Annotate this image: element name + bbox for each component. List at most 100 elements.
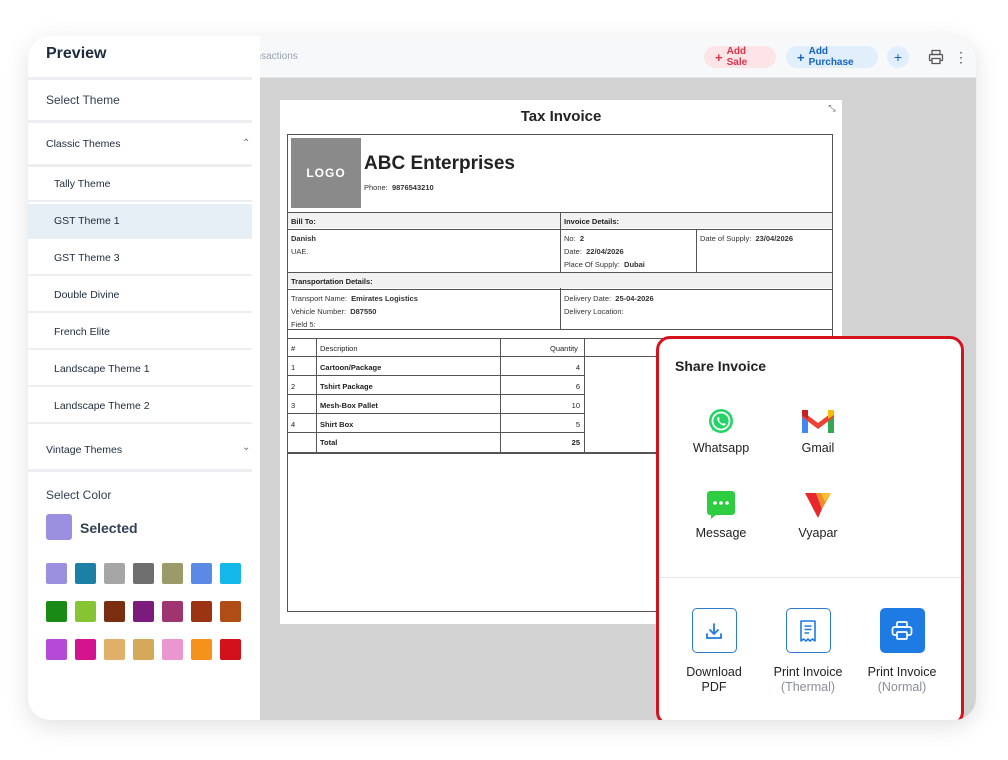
color-swatch[interactable] [220, 639, 241, 660]
chevron-down-icon[interactable]: ⌄ [242, 442, 250, 453]
gmail-label: Gmail [801, 441, 835, 455]
color-swatch[interactable] [191, 639, 212, 660]
add-sale-label: Add Sale [726, 46, 748, 68]
delivery-date-label: Delivery Date: [564, 294, 612, 303]
download-sub: PDF [701, 680, 727, 694]
color-swatch[interactable] [220, 563, 241, 584]
message-icon [707, 491, 735, 519]
no-label: No: [564, 234, 576, 243]
print-thermal-button[interactable]: Print Invoice (Thermal) [763, 608, 853, 695]
col-number: # [291, 344, 296, 353]
add-purchase-button[interactable]: + Add Purchase [786, 46, 878, 68]
color-swatch[interactable] [104, 601, 125, 622]
message-label: Message [695, 526, 747, 540]
transport-name: Transport Name: Emirates Logistics [291, 294, 418, 303]
company-logo: LOGO [291, 138, 361, 208]
color-swatch[interactable] [46, 563, 67, 584]
divider [288, 329, 832, 330]
date-of-supply: Date of Supply: 23/04/2026 [700, 234, 793, 243]
company-name: ABC Enterprises [364, 153, 515, 174]
printer-icon[interactable] [928, 49, 944, 65]
more-vertical-icon[interactable]: ⋮ [954, 49, 968, 65]
theme-item-landscape-1[interactable]: Landscape Theme 1 [28, 352, 252, 387]
row-description: Mesh-Box Pallet [320, 401, 378, 410]
print-normal-button[interactable]: Print Invoice (Normal) [857, 608, 947, 695]
theme-item-tally[interactable]: Tally Theme [28, 167, 252, 202]
color-swatch[interactable] [133, 563, 154, 584]
place-value: Dubai [624, 260, 645, 269]
print-thermal-sub: (Thermal) [780, 680, 836, 694]
app-window: ansactions + Add Sale + Add Purchase + ⋮… [28, 36, 976, 720]
color-swatch[interactable] [75, 601, 96, 622]
share-message-button[interactable]: Message [676, 490, 766, 540]
color-swatch[interactable] [75, 563, 96, 584]
supply-date-value: 23/04/2026 [755, 234, 793, 243]
transport-heading: Transportation Details: [291, 277, 373, 286]
color-swatch[interactable] [133, 601, 154, 622]
divider [316, 338, 317, 453]
classic-themes-group[interactable]: Classic Themes [46, 138, 121, 150]
date-value: 22/04/2026 [586, 247, 624, 256]
row-description: Cartoon/Package [320, 363, 382, 372]
select-color-heading: Select Color [46, 488, 112, 502]
theme-item-french-elite[interactable]: French Elite [28, 315, 252, 350]
color-swatch[interactable] [104, 563, 125, 584]
divider [288, 432, 584, 433]
theme-item-double-divine[interactable]: Double Divine [28, 278, 252, 313]
color-swatch[interactable] [162, 639, 183, 660]
page-title: Preview [46, 45, 107, 62]
vyapar-icon [805, 493, 831, 518]
customer-name: Danish [291, 234, 317, 243]
theme-sidebar: Preview Select Theme Classic Themes ⌃ Ta… [28, 36, 260, 720]
divider [28, 77, 252, 80]
download-pdf-button[interactable]: Download PDF [669, 608, 759, 695]
color-swatch[interactable] [46, 601, 67, 622]
chevron-up-icon[interactable]: ⌃ [242, 138, 250, 149]
place-of-supply: Place Of Supply: Dubai [564, 260, 645, 269]
color-swatch[interactable] [191, 563, 212, 584]
transport-name-label: Transport Name: [291, 294, 347, 303]
color-swatch[interactable] [162, 563, 183, 584]
invoice-details-heading: Invoice Details: [564, 217, 620, 226]
color-swatch[interactable] [220, 601, 241, 622]
theme-item-landscape-2[interactable]: Landscape Theme 2 [28, 389, 252, 424]
color-swatch[interactable] [162, 601, 183, 622]
print-normal-label: Print Invoice [867, 665, 937, 679]
add-sale-button[interactable]: + Add Sale [704, 46, 776, 68]
share-whatsapp-button[interactable]: Whatsapp [676, 407, 766, 455]
divider [659, 577, 961, 578]
divider [288, 413, 584, 414]
color-swatch[interactable] [191, 601, 212, 622]
vehicle-number: Vehicle Number: D87550 [291, 307, 376, 316]
row-number: 2 [291, 382, 296, 391]
divider [500, 338, 501, 453]
divider [696, 229, 697, 272]
vintage-themes-group[interactable]: Vintage Themes [46, 444, 122, 456]
no-value: 2 [579, 234, 585, 243]
customer-country: UAE. [291, 247, 309, 256]
color-swatch[interactable] [46, 639, 67, 660]
company-phone: Phone: 9876543210 [364, 183, 434, 192]
invoice-title: Tax Invoice [520, 108, 602, 125]
theme-item-gst-1[interactable]: GST Theme 1 [28, 204, 252, 239]
color-swatch[interactable] [133, 639, 154, 660]
supply-date-label: Date of Supply: [700, 234, 752, 243]
row-quantity: 5 [575, 420, 580, 429]
total-quantity: 25 [571, 438, 580, 447]
row-number: 4 [291, 420, 296, 429]
theme-item-gst-3[interactable]: GST Theme 3 [28, 241, 252, 276]
gmail-icon [802, 410, 834, 433]
divider [28, 120, 252, 123]
color-swatch[interactable] [75, 639, 96, 660]
color-swatch[interactable] [104, 639, 125, 660]
transport-name-value: Emirates Logistics [351, 294, 418, 303]
vyapar-label: Vyapar [798, 526, 838, 540]
share-gmail-button[interactable]: Gmail [773, 407, 863, 455]
plus-icon: + [893, 49, 903, 65]
row-quantity: 6 [575, 382, 580, 391]
print-normal-sub: (Normal) [877, 680, 927, 694]
select-theme-heading: Select Theme [46, 93, 120, 107]
date-label: Date: [564, 247, 582, 256]
add-more-button[interactable]: + [887, 46, 909, 68]
share-vyapar-button[interactable]: Vyapar [773, 490, 863, 540]
